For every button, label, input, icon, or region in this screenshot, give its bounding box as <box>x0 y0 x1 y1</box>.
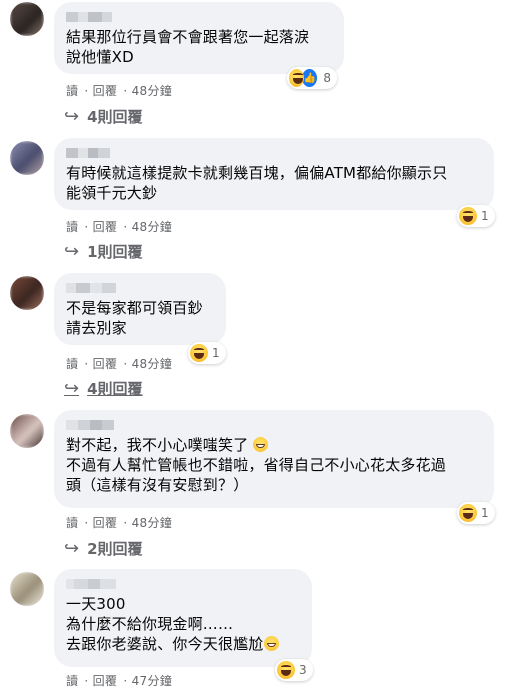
reply-arrow-icon: ↪ <box>64 106 80 127</box>
comment-actions: 讀 · 回覆 · 48分鐘 <box>66 357 173 371</box>
comment-bubble: 結果那位行員會不會跟著您一起落淚 說他懂XD <box>54 2 344 74</box>
reply-link[interactable]: 回覆 <box>93 357 118 371</box>
haha-icon <box>459 504 477 522</box>
comment-text: 結果那位行員會不會跟著您一起落淚 說他懂XD <box>66 28 310 66</box>
reaction-summary[interactable]: 1 <box>188 342 226 364</box>
reply-link[interactable]: 回覆 <box>93 516 118 530</box>
reaction-count: 1 <box>481 506 489 520</box>
haha-icon <box>277 661 295 679</box>
timestamp[interactable]: 47分鐘 <box>132 674 172 688</box>
read-link[interactable]: 讀 <box>66 220 78 234</box>
reaction-count: 8 <box>323 71 331 85</box>
avatar[interactable] <box>10 2 44 36</box>
comment-actions: 讀 · 回覆 · 48分鐘 <box>66 220 173 234</box>
reply-arrow-icon: ↪ <box>64 538 80 559</box>
read-link[interactable]: 讀 <box>66 674 78 688</box>
comment-actions: 讀 · 回覆 · 48分鐘 <box>66 516 173 530</box>
view-replies-button[interactable]: ↪ 2則回覆 <box>64 538 143 559</box>
comment-bubble: 有時候就這樣提款卡就剩幾百塊，偏偏ATM都給你顯示只 能領千元大鈔 <box>54 138 494 210</box>
replies-label: 1則回覆 <box>87 243 143 261</box>
view-replies-button[interactable]: ↪ 1則回覆 <box>64 241 143 262</box>
comment-text: 有時候就這樣提款卡就剩幾百塊，偏偏ATM都給你顯示只 能領千元大鈔 <box>66 164 448 202</box>
grinning-emoji-icon <box>253 437 269 452</box>
comment-text: 對不起，我不小心噗嗤笑了 不過有人幫忙管帳也不錯啦，省得自己不小心花太多花過 頭… <box>66 435 482 495</box>
avatar[interactable] <box>10 414 44 448</box>
timestamp[interactable]: 48分鐘 <box>132 516 172 530</box>
reply-arrow-icon: ↪ <box>64 378 80 399</box>
avatar[interactable] <box>10 141 44 175</box>
timestamp[interactable]: 48分鐘 <box>132 84 172 98</box>
view-replies-button[interactable]: ↪ 4則回覆 <box>64 378 143 399</box>
read-link[interactable]: 讀 <box>66 516 78 530</box>
avatar[interactable] <box>10 276 44 310</box>
read-link[interactable]: 讀 <box>66 357 78 371</box>
reaction-summary[interactable]: 👍 8 <box>287 67 337 89</box>
grinning-emoji-icon <box>263 636 279 651</box>
reaction-count: 3 <box>299 663 307 677</box>
reply-arrow-icon: ↪ <box>64 241 80 262</box>
comment-bubble: 對不起，我不小心噗嗤笑了 不過有人幫忙管帳也不錯啦，省得自己不小心花太多花過 頭… <box>54 410 494 508</box>
view-replies-button[interactable]: ↪ 4則回覆 <box>64 106 143 127</box>
author-name[interactable] <box>66 148 482 158</box>
author-name[interactable] <box>66 579 300 589</box>
read-link[interactable]: 讀 <box>66 84 78 98</box>
reply-link[interactable]: 回覆 <box>93 84 118 98</box>
reply-link[interactable]: 回覆 <box>93 674 118 688</box>
timestamp[interactable]: 48分鐘 <box>132 357 172 371</box>
reaction-summary[interactable]: 1 <box>457 205 495 227</box>
reaction-count: 1 <box>481 209 489 223</box>
avatar[interactable] <box>10 572 44 606</box>
comment-text-line1: 對不起，我不小心噗嗤笑了 <box>66 436 249 454</box>
comment-text-main: 一天300 為什麼不給你現金啊…… 去跟你老婆說、你今天很尷尬 <box>66 595 264 653</box>
comment-text-rest: 不過有人幫忙管帳也不錯啦，省得自己不小心花太多花過 頭（這樣有沒有安慰到？） <box>66 456 447 494</box>
replies-label: 4則回覆 <box>87 108 143 126</box>
reaction-summary[interactable]: 3 <box>275 659 313 681</box>
author-name[interactable] <box>66 420 482 430</box>
reaction-count: 1 <box>212 346 220 360</box>
comment-text: 一天300 為什麼不給你現金啊…… 去跟你老婆說、你今天很尷尬 <box>66 594 300 654</box>
comment-actions: 讀 · 回覆 · 48分鐘 <box>66 84 173 98</box>
comment-text: 不是每家都可領百鈔 請去別家 <box>66 299 203 337</box>
haha-icon <box>459 207 477 225</box>
reply-link[interactable]: 回覆 <box>93 220 118 234</box>
replies-label: 4則回覆 <box>87 380 143 398</box>
reaction-summary[interactable]: 1 <box>457 502 495 524</box>
comment-bubble: 一天300 為什麼不給你現金啊…… 去跟你老婆說、你今天很尷尬 <box>54 569 312 667</box>
author-name[interactable] <box>66 12 332 22</box>
timestamp[interactable]: 48分鐘 <box>132 220 172 234</box>
comment-actions: 讀 · 回覆 · 47分鐘 <box>66 674 173 688</box>
replies-label: 2則回覆 <box>87 540 143 558</box>
author-name[interactable] <box>66 283 214 293</box>
haha-icon <box>190 344 208 362</box>
comment-bubble: 不是每家都可領百鈔 請去別家 <box>54 273 226 345</box>
